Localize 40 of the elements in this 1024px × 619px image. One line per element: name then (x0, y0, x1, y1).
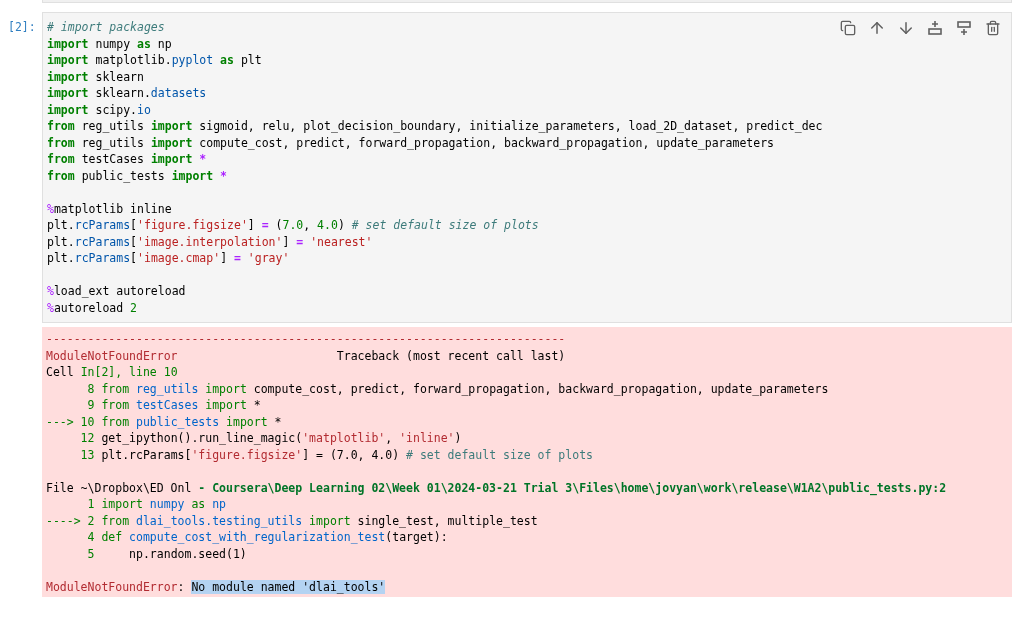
insert-above-icon (927, 20, 943, 36)
traceback-line: 12 get_ipython().run_line_magic('matplotlib', 'inline') (79, 430, 462, 447)
traceback-line: ----> 2 from dlai_tools.testing_utils import single_test, multiple_test (46, 512, 538, 529)
code-line: plt.rcParams['figure.figsize'] = (7.0, 4.0) # set default size of plots (47, 217, 539, 234)
traceback-line: 8 from reg_utils import compute_cost, predict, forward_propagation, backward_propagation, update_parameters (86, 380, 829, 397)
traceback-line: Cell In[2], line 10 (46, 364, 178, 381)
code-line: plt.rcParams['image.interpolation'] = 'nearest' (47, 233, 373, 250)
code-line: from reg_utils import sigmoid, relu, plot_decision_boundary, initialize_parameters, load_2D_dataset, predict_dec (47, 118, 823, 135)
traceback-line: 13 plt.rcParams['figure.figsize'] = (7.0, 4.0) # set default size of plots (79, 446, 593, 463)
traceback-line: ModuleNotFoundError Traceback (most recent call last) (46, 347, 566, 364)
insert-below-button[interactable] (954, 18, 974, 38)
code-line: import sklearn (47, 68, 144, 85)
insert-above-button[interactable] (925, 18, 945, 38)
traceback-line: --------------------------------------------------------------------------- (46, 331, 566, 348)
traceback-line: 4 def compute_cost_with_regularization_test(target): (86, 529, 448, 546)
cell-prompt: [2]: (7, 19, 37, 36)
traceback-line: 1 import numpy as np (86, 496, 227, 513)
traceback-line: ModuleNotFoundError: No module named 'dlai_tools' (46, 578, 386, 595)
duplicate-button[interactable] (838, 18, 858, 38)
copy-icon (840, 20, 856, 36)
code-line: import matplotlib.pyplot as plt (47, 52, 262, 69)
trash-icon (985, 20, 1001, 36)
traceback-line: 9 from testCases import * (86, 397, 261, 414)
code-line: import sklearn.datasets (47, 85, 207, 102)
arrow-down-icon (897, 19, 915, 37)
code-line: # import packages (47, 19, 165, 36)
code-line: from public_tests import * (47, 167, 228, 184)
code-line: from testCases import * (47, 151, 207, 168)
code-cell[interactable] (42, 12, 1012, 323)
code-line: import numpy as np (47, 35, 172, 52)
insert-below-icon (956, 20, 972, 36)
code-line: from reg_utils import compute_cost, predict, forward_propagation, backward_propagation, update_parameters (47, 134, 774, 151)
code-line: %autoreload 2 (47, 299, 138, 316)
code-line: import scipy.io (47, 101, 151, 118)
code-line: plt.rcParams['image.cmap'] = 'gray' (47, 250, 290, 267)
code-line: %load_ext autoreload (47, 283, 186, 300)
code-line: %matplotlib inline (47, 200, 172, 217)
traceback-line: 5 np.random.seed(1) (86, 545, 247, 562)
traceback-line: ---> 10 from public_tests import * (46, 413, 282, 430)
traceback-line: File ~\Dropbox\ED Onl - Coursera\Deep Learning 02\Week 01\2024-03-21 Trial 3\Files\home\jovyan\work\release\W1A2\public_tests.py:2 (46, 479, 947, 496)
